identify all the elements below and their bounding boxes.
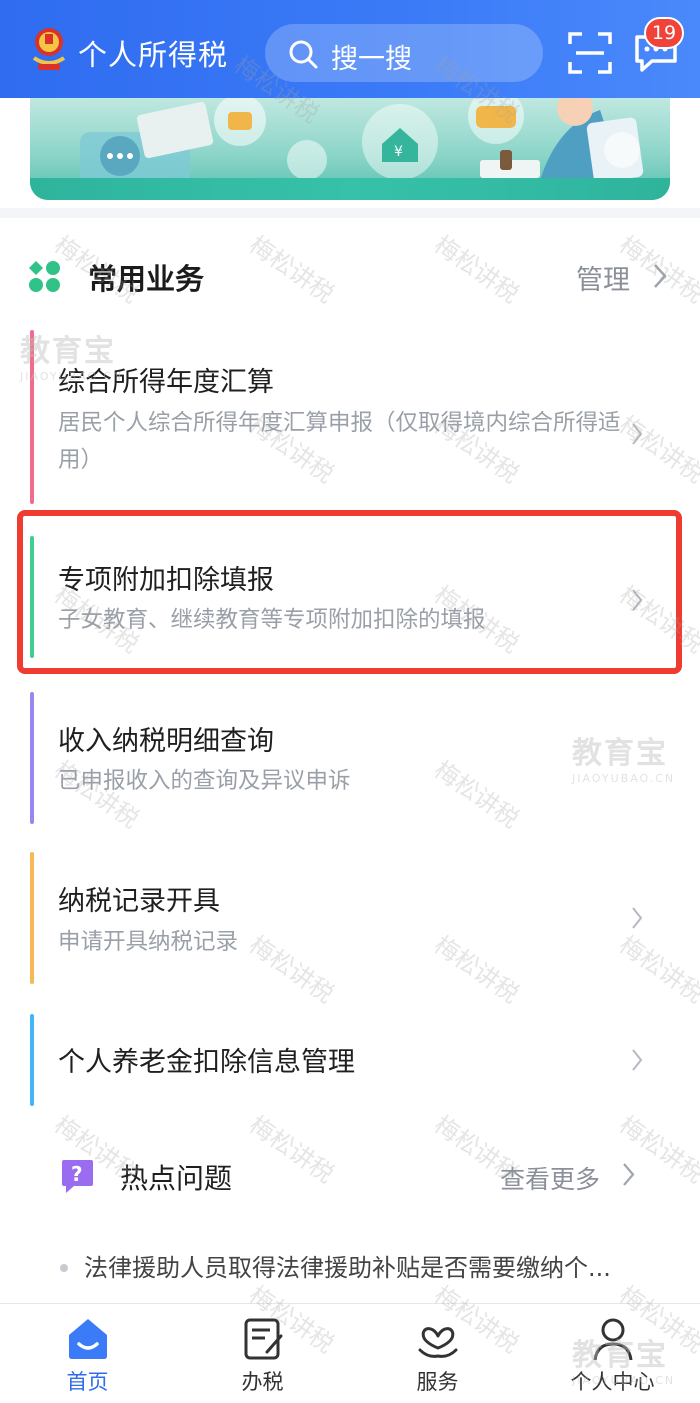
search-icon [289, 40, 318, 69]
biz-item-title: 收入纳税明细查询 [58, 726, 274, 757]
question-icon: ? [62, 1160, 93, 1193]
item-accent-bar [30, 1014, 34, 1106]
home-icon [69, 1319, 107, 1359]
tab-label: 首页 [66, 1370, 109, 1394]
main-card: 常用业务 管理 综合所得年度汇算 居民个人综合所得年度汇算申报（仅取得境内综合所… [0, 218, 700, 1303]
biz-item-title: 纳税记录开具 [58, 886, 220, 917]
svg-text:¥: ¥ [394, 144, 403, 160]
tab-home[interactable]: 首页 [0, 1304, 175, 1403]
bottom-tab-bar: 首页 办税 服务 个人中心 [0, 1303, 700, 1403]
view-more-link[interactable]: 查看更多 [500, 1160, 600, 1196]
biz-item-income-query[interactable]: 收入纳税明细查询 已申报收入的查询及异议申诉 [30, 692, 670, 824]
item-accent-bar [30, 852, 34, 984]
biz-item-description: 已申报收入的查询及异议申诉 [58, 768, 351, 794]
svg-text:?: ? [71, 1162, 83, 1186]
highlight-box [17, 510, 682, 674]
item-accent-bar [30, 330, 34, 504]
biz-item-tax-record[interactable]: 纳税记录开具 申请开具纳税记录 [30, 852, 670, 984]
chevron-right-icon [632, 1049, 643, 1071]
tax-emblem-icon [32, 28, 66, 70]
search-placeholder: 搜一搜 [331, 44, 412, 75]
tab-tax[interactable]: 办税 [175, 1304, 350, 1403]
hot-question-text: 法律援助人员取得法律援助补贴是否需要缴纳个... [84, 1254, 611, 1282]
biz-item-pension-deduction[interactable]: 个人养老金扣除信息管理 [30, 1014, 670, 1106]
manage-link[interactable]: 管理 [576, 258, 630, 297]
item-accent-bar [30, 692, 34, 824]
tab-label: 个人中心 [570, 1370, 655, 1394]
apps-grid-icon [29, 261, 60, 292]
chevron-right-icon[interactable] [651, 262, 669, 290]
scan-icon[interactable] [568, 32, 612, 74]
profile-icon [593, 1318, 633, 1361]
chevron-right-icon [632, 423, 643, 445]
biz-item-description: 居民个人综合所得年度汇算申报（仅取得境内综合所得适用） [58, 410, 621, 473]
tab-label: 办税 [241, 1370, 284, 1394]
biz-item-annual-settlement[interactable]: 综合所得年度汇算 居民个人综合所得年度汇算申报（仅取得境内综合所得适用） [30, 330, 670, 504]
bullet-dot [60, 1264, 68, 1272]
tab-profile[interactable]: 个人中心 [525, 1304, 700, 1403]
biz-item-title: 个人养老金扣除信息管理 [58, 1047, 355, 1078]
chevron-right-icon [632, 907, 643, 929]
biz-item-title: 综合所得年度汇算 [58, 367, 274, 398]
search-input[interactable]: 搜一搜 [265, 24, 543, 82]
tab-service[interactable]: 服务 [350, 1304, 525, 1403]
tax-form-icon [244, 1318, 283, 1360]
app-title: 个人所得税 [78, 38, 229, 72]
message-count-badge: 19 [644, 17, 684, 49]
section-title: 常用业务 [88, 262, 205, 296]
common-business-header: 常用业务 管理 [0, 218, 700, 328]
banner-base-bar [30, 178, 670, 200]
banner-area: ¥ [0, 98, 700, 208]
promo-banner[interactable]: ¥ [30, 98, 670, 200]
app-header: 个人所得税 搜一搜 19 [0, 0, 700, 98]
hot-question-item[interactable]: 法律援助人员取得法律援助补贴是否需要缴纳个... [60, 1248, 660, 1288]
hot-questions-title: 热点问题 [120, 1162, 233, 1195]
hot-questions-header: ? 热点问题 查看更多 [0, 1148, 700, 1228]
service-heart-icon [418, 1327, 458, 1358]
chevron-right-icon[interactable] [621, 1162, 636, 1187]
tab-label: 服务 [416, 1370, 459, 1394]
biz-item-description: 申请开具纳税记录 [58, 929, 239, 955]
